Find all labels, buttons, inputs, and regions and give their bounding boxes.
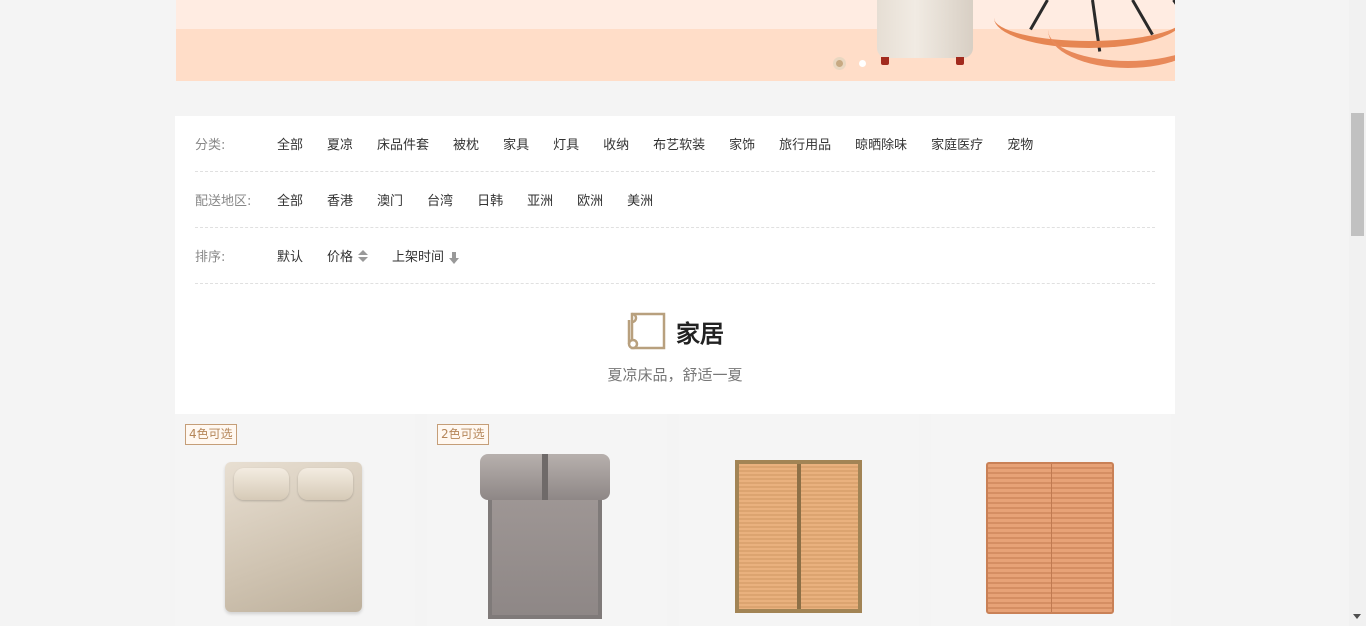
filter-panel: 分类: 全部 夏凉 床品件套 被枕 家具 灯具 收纳 布艺软装 家饰 旅行用品 …	[175, 116, 1175, 414]
arrow-down-icon	[449, 251, 460, 264]
product-grid: 4色可选 2色可选	[175, 414, 1175, 626]
sort-option-listing-time[interactable]: 上架时间	[392, 246, 460, 265]
region-filter-label: 配送地区:	[195, 194, 252, 209]
product-image	[480, 454, 610, 619]
product-card[interactable]: 4色可选	[175, 414, 415, 626]
color-options-badge: 2色可选	[437, 424, 489, 445]
carousel-dot-1[interactable]	[833, 57, 846, 70]
chair-leg	[881, 57, 889, 65]
region-option-all[interactable]: 全部	[277, 190, 303, 209]
category-option-home-medical[interactable]: 家庭医疗	[931, 134, 983, 153]
product-card[interactable]	[679, 414, 919, 626]
category-option-furniture[interactable]: 家具	[503, 134, 529, 153]
scroll-down-arrow-icon[interactable]	[1353, 614, 1361, 619]
product-image	[225, 462, 362, 612]
category-option-storage[interactable]: 收纳	[603, 134, 629, 153]
sort-time-label: 上架时间	[392, 250, 445, 265]
product-card[interactable]	[931, 414, 1171, 626]
sort-price-label: 价格	[327, 250, 354, 265]
region-option-asia[interactable]: 亚洲	[527, 190, 553, 209]
white-chair-image	[877, 0, 973, 58]
region-option-japan-korea[interactable]: 日韩	[477, 190, 503, 209]
sort-row: 排序: 默认 价格 上架时间	[195, 228, 1155, 284]
sort-option-default[interactable]: 默认	[277, 246, 303, 265]
category-option-all[interactable]: 全部	[277, 134, 303, 153]
hero-banner[interactable]	[176, 0, 1175, 81]
category-option-quilts-pillows[interactable]: 被枕	[453, 134, 479, 153]
product-image	[986, 462, 1114, 614]
region-filter-row: 配送地区: 全部 香港 澳门 台湾 日韩 亚洲 欧洲 美洲	[195, 172, 1155, 228]
category-option-decor[interactable]: 家饰	[729, 134, 755, 153]
rocking-chair-rocker	[1048, 30, 1175, 68]
scrollbar-thumb[interactable]	[1351, 113, 1364, 236]
category-option-bedding-sets[interactable]: 床品件套	[377, 134, 429, 153]
sort-updown-icon	[358, 249, 369, 262]
page-scrollbar[interactable]	[1349, 0, 1366, 626]
category-option-lighting[interactable]: 灯具	[553, 134, 579, 153]
region-option-europe[interactable]: 欧洲	[577, 190, 603, 209]
category-option-pets[interactable]: 宠物	[1007, 134, 1033, 153]
category-filter-row: 分类: 全部 夏凉 床品件套 被枕 家具 灯具 收纳 布艺软装 家饰 旅行用品 …	[195, 116, 1155, 172]
color-options-badge: 4色可选	[185, 424, 237, 445]
sort-label: 排序:	[195, 250, 226, 265]
section-title: 家居	[626, 310, 724, 352]
category-option-travel[interactable]: 旅行用品	[779, 134, 831, 153]
section-subtitle: 夏凉床品，舒适一夏	[607, 366, 743, 384]
product-card[interactable]: 2色可选	[427, 414, 667, 626]
category-option-drying[interactable]: 晾晒除味	[855, 134, 907, 153]
category-option-summer[interactable]: 夏凉	[327, 134, 353, 153]
section-header: 家居 夏凉床品，舒适一夏	[175, 310, 1175, 385]
category-filter-label: 分类:	[195, 138, 226, 153]
sort-option-price[interactable]: 价格	[327, 246, 369, 265]
product-image	[735, 460, 862, 613]
region-option-macau[interactable]: 澳门	[377, 190, 403, 209]
scroll-icon	[627, 312, 666, 350]
category-option-soft-furnishings[interactable]: 布艺软装	[653, 134, 705, 153]
section-title-text: 家居	[676, 319, 724, 348]
region-option-taiwan[interactable]: 台湾	[427, 190, 453, 209]
sort-default-label: 默认	[277, 250, 304, 265]
region-option-hongkong[interactable]: 香港	[327, 190, 353, 209]
chair-leg	[956, 57, 964, 65]
region-option-americas[interactable]: 美洲	[627, 190, 653, 209]
carousel-dot-2[interactable]	[859, 60, 866, 67]
